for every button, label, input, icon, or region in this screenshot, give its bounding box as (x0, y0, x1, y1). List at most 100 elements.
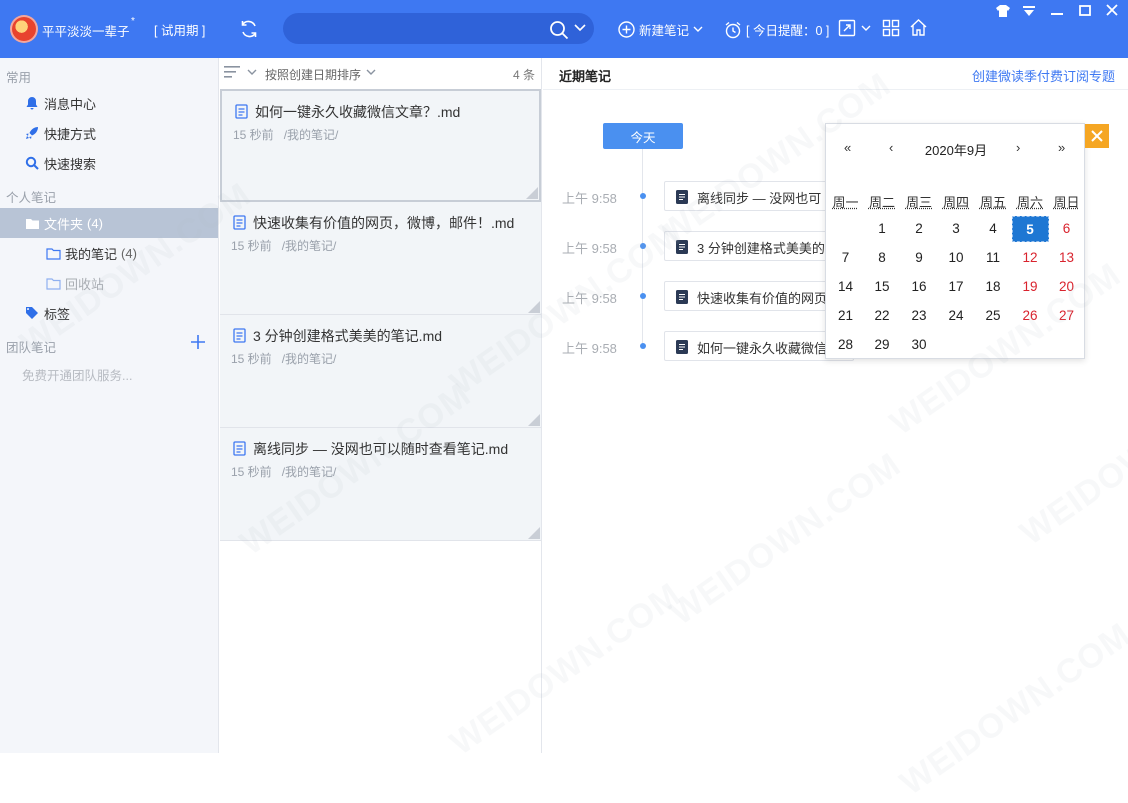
grid-icon[interactable] (882, 19, 900, 37)
username[interactable]: 平平淡淡一辈子 (42, 21, 130, 40)
sidebar: 常用 消息中心 快捷方式 快速搜索 个人笔记 文件夹 (4) 我的笔记 (4) (0, 58, 219, 753)
divider (543, 89, 1128, 90)
sidebar-item-folder[interactable]: 文件夹 (4) (0, 208, 218, 238)
sort-label[interactable]: 按照创建日期排序 (265, 66, 361, 83)
today-button[interactable]: 今天 (603, 123, 683, 149)
sidebar-item-tags[interactable]: 标签 (0, 298, 218, 328)
new-note-button[interactable]: 新建笔记 (618, 20, 703, 39)
calendar-day[interactable]: 10 (938, 245, 975, 271)
chevron-down-icon[interactable] (247, 69, 257, 76)
calendar-day[interactable]: 3 (938, 216, 975, 242)
calendar-day[interactable]: 15 (864, 274, 901, 300)
search-input[interactable] (295, 17, 545, 40)
search-dropdown-icon[interactable] (574, 24, 586, 32)
calendar-day[interactable]: 26 (1012, 303, 1049, 329)
next-month-button[interactable]: › (1016, 140, 1020, 155)
calendar-day[interactable]: 27 (1048, 303, 1085, 329)
calendar-day[interactable]: 6 (1048, 216, 1085, 242)
calendar-day[interactable]: 18 (975, 274, 1012, 300)
minimize-icon[interactable] (1051, 6, 1063, 16)
document-icon (233, 328, 246, 343)
search-icon[interactable] (549, 20, 569, 40)
timeline-dot (640, 343, 646, 349)
skin-icon[interactable] (995, 4, 1011, 18)
next-year-button[interactable]: » (1058, 140, 1065, 155)
calendar-day[interactable]: 28 (827, 332, 864, 358)
chevron-down-icon (693, 26, 703, 33)
calendar-day[interactable]: 2 (901, 216, 938, 242)
folder-icon (24, 215, 40, 231)
home-icon[interactable] (909, 18, 928, 37)
menu-icon[interactable] (1022, 5, 1036, 17)
calendar-day[interactable]: 24 (938, 303, 975, 329)
my-notes-label: 我的笔记 (65, 246, 118, 262)
sort-dropdown-icon[interactable] (366, 69, 376, 76)
timeline-note-title: 离线同步 — 没网也可 (697, 191, 822, 206)
reminder-button[interactable]: [ 今日提醒：0 ] (724, 20, 829, 39)
note-count: 4 条 (512, 68, 535, 82)
calendar-day[interactable]: 7 (827, 245, 864, 271)
close-icon (1091, 130, 1103, 142)
weekday-label: 周六 (1016, 195, 1043, 210)
search-icon (24, 155, 40, 171)
calendar-day[interactable]: 14 (827, 274, 864, 300)
calendar-day[interactable]: 23 (901, 303, 938, 329)
timeline-time: 上午 9:58 (562, 341, 617, 356)
calendar-day[interactable]: 30 (901, 332, 938, 358)
note-time: 15 秒前 (231, 239, 272, 253)
resize-corner (528, 527, 540, 539)
calendar-day[interactable]: 4 (975, 216, 1012, 242)
note-time: 15 秒前 (231, 465, 272, 479)
recycle-bin-label: 回收站 (65, 276, 105, 292)
resize-corner (528, 301, 540, 313)
sidebar-item-recycle-bin[interactable]: 回收站 (0, 268, 218, 298)
calendar-day[interactable]: 13 (1048, 245, 1085, 271)
calendar-day[interactable]: 20 (1048, 274, 1085, 300)
note-path: /我的笔记/ (283, 128, 339, 142)
weekday-label: 周四 (942, 195, 969, 210)
sidebar-item-quick-search[interactable]: 快速搜索 (0, 148, 218, 178)
calendar-day[interactable]: 12 (1012, 245, 1049, 271)
alarm-clock-icon (724, 21, 742, 39)
timeline-note-title: 3 分钟创建格式美美的 (697, 241, 825, 256)
calendar-day[interactable]: 19 (1012, 274, 1049, 300)
subscription-link[interactable]: 创建微读季付费订阅专题 (972, 66, 1115, 85)
resize-corner (528, 414, 540, 426)
close-icon[interactable] (1106, 4, 1118, 16)
sidebar-item-my-notes[interactable]: 我的笔记 (4) (0, 238, 218, 268)
expand-dropdown-icon[interactable] (861, 25, 871, 32)
calendar-day[interactable]: 1 (864, 216, 901, 242)
avatar[interactable] (10, 15, 38, 43)
add-team-icon[interactable] (190, 334, 206, 350)
calendar-day[interactable]: 9 (901, 245, 938, 271)
document-icon (676, 190, 688, 204)
calendar-day[interactable]: 16 (901, 274, 938, 300)
expand-icon[interactable] (838, 19, 856, 37)
folder-count: (4) (87, 215, 103, 231)
trial-badge[interactable]: [ 试用期 ] (154, 20, 205, 39)
calendar-day[interactable]: 8 (864, 245, 901, 271)
sidebar-item-message-center[interactable]: 消息中心 (0, 88, 218, 118)
sort-icon[interactable] (224, 65, 242, 79)
note-card[interactable]: 3 分钟创建格式美美的笔记.md 15 秒前/我的笔记/ (220, 315, 541, 428)
calendar-day[interactable]: 29 (864, 332, 901, 358)
sync-icon[interactable] (238, 18, 260, 40)
calendar-day[interactable]: 17 (938, 274, 975, 300)
calendar-day[interactable]: 21 (827, 303, 864, 329)
note-card[interactable]: 如何一键永久收藏微信文章？.md 15 秒前/我的笔记/ (220, 89, 541, 202)
document-icon (233, 441, 246, 456)
sidebar-item-shortcuts[interactable]: 快捷方式 (0, 118, 218, 148)
team-free-link[interactable]: 免费开通团队服务... (22, 365, 132, 384)
calendar-day[interactable]: 25 (975, 303, 1012, 329)
note-meta: 15 秒前/我的笔记/ (231, 463, 336, 480)
search-box[interactable] (283, 13, 594, 44)
calendar-day[interactable]: 5 (1011, 216, 1049, 242)
section-common-title: 常用 (6, 71, 32, 85)
folder-outline-icon (45, 275, 61, 291)
note-card[interactable]: 快速收集有价值的网页，微博，邮件！.md 15 秒前/我的笔记/ (220, 202, 541, 315)
maximize-icon[interactable] (1079, 5, 1091, 16)
calendar-day[interactable]: 22 (864, 303, 901, 329)
note-card[interactable]: 离线同步 — 没网也可以随时查看笔记.md 15 秒前/我的笔记/ (220, 428, 541, 541)
calendar-day[interactable]: 11 (975, 245, 1012, 271)
calendar-close-button[interactable] (1085, 124, 1109, 148)
